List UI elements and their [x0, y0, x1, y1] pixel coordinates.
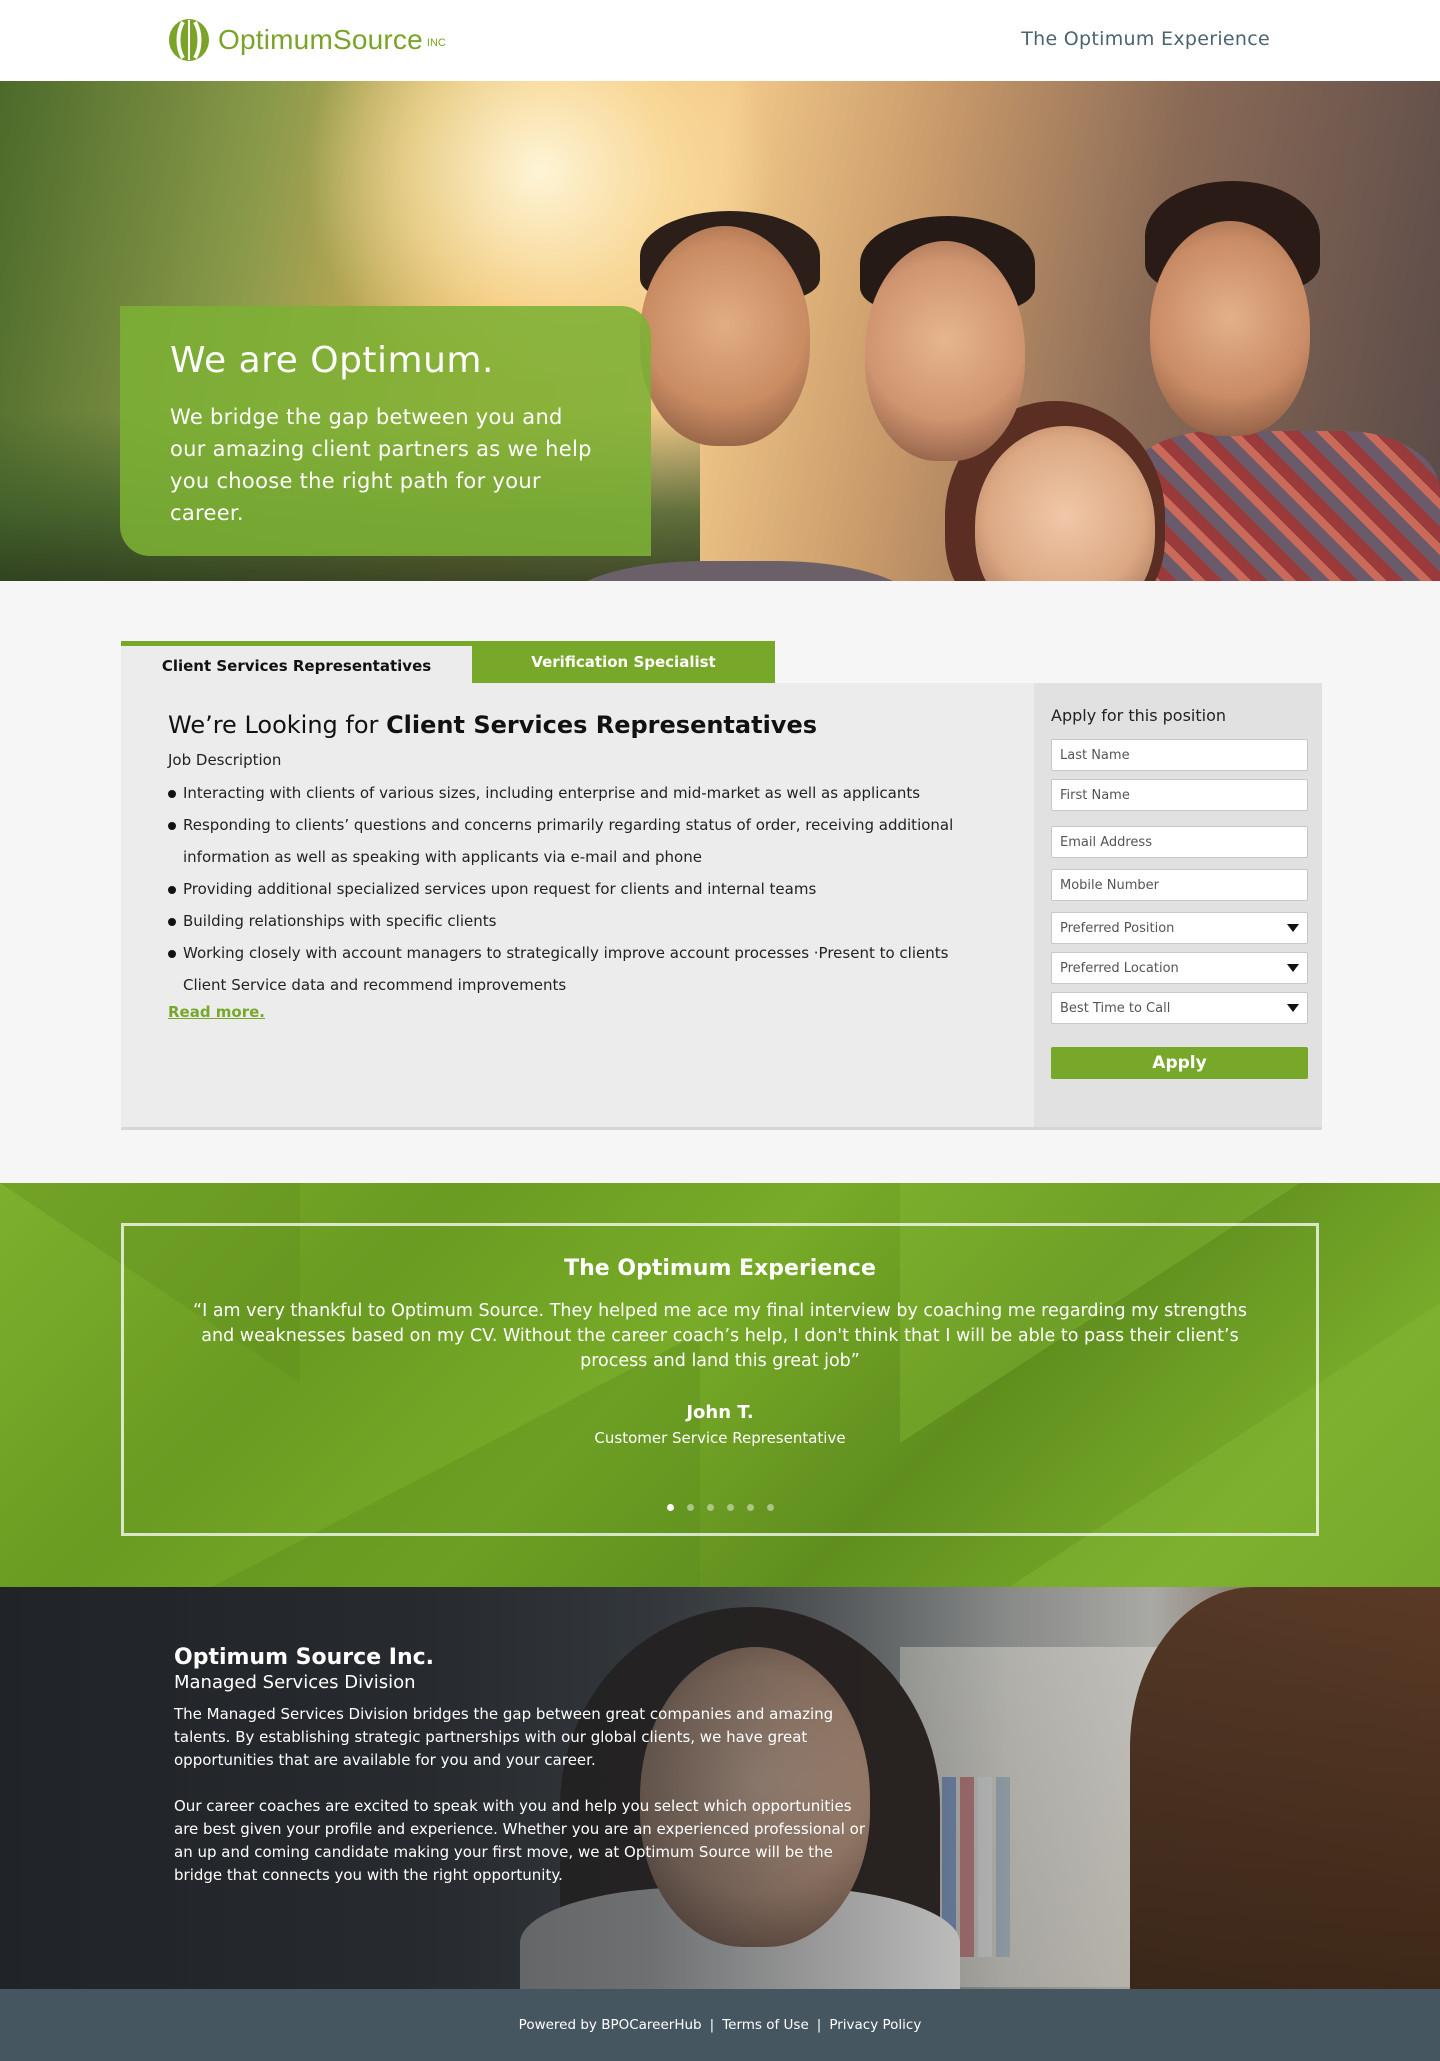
hero-banner: We are Optimum. We bridge the gap betwee… — [0, 81, 1440, 581]
list-item: Building relationships with specific cli… — [168, 905, 987, 937]
site-header: OptimumSource INC The Optimum Experience — [0, 0, 1440, 81]
carousel-dot[interactable] — [746, 1504, 754, 1511]
testimonial-title: The Optimum Experience — [564, 1256, 876, 1281]
testimonial-card: The Optimum Experience “I am very thankf… — [121, 1223, 1319, 1536]
job-title-position: Client Services Representatives — [386, 711, 818, 739]
terms-link[interactable]: Terms of Use — [722, 2017, 809, 2033]
carousel-dot[interactable] — [666, 1504, 674, 1511]
mobile-input[interactable] — [1051, 869, 1308, 901]
hero-subtitle: We bridge the gap between you and our am… — [170, 405, 592, 525]
carousel-dots — [124, 1504, 1316, 1511]
testimonial-role: Customer Service Representative — [594, 1429, 846, 1447]
job-tabs: Client Services Representatives Verifica… — [121, 641, 775, 683]
first-name-input[interactable] — [1051, 779, 1308, 811]
job-description-panel: We’re Looking for Client Services Repres… — [121, 683, 1034, 1130]
brand-logo[interactable]: OptimumSource INC — [168, 18, 446, 62]
preferred-position-select[interactable]: Preferred Position — [1051, 912, 1308, 944]
hero-photo-shirt — [1120, 431, 1440, 581]
list-item: Interacting with clients of various size… — [168, 777, 987, 809]
privacy-link[interactable]: Privacy Policy — [829, 2017, 921, 2033]
preferred-location-select[interactable]: Preferred Location — [1051, 952, 1308, 984]
email-input[interactable] — [1051, 826, 1308, 858]
caret-down-icon — [1287, 964, 1299, 972]
testimonial-author: John T. — [686, 1402, 754, 1423]
caret-down-icon — [1287, 1004, 1299, 1012]
apply-form: Apply for this position Preferred Positi… — [1034, 683, 1322, 1130]
job-title: We’re Looking for Client Services Repres… — [168, 711, 987, 739]
best-time-select[interactable]: Best Time to Call — [1051, 992, 1308, 1024]
about-section: Optimum Source Inc. Managed Services Div… — [0, 1587, 1440, 1989]
testimonial-quote: “I am very thankful to Optimum Source. T… — [193, 1301, 1247, 1371]
hero-photo-person — [640, 226, 810, 446]
site-footer: Powered by BPOCareerHub | Terms of Use |… — [0, 1989, 1440, 2061]
list-item: Working closely with account managers to… — [168, 937, 987, 1001]
last-name-input[interactable] — [1051, 739, 1308, 771]
apply-form-title: Apply for this position — [1051, 706, 1226, 725]
footer-separator: | — [709, 2017, 715, 2033]
hero-photo-person — [865, 241, 1025, 461]
header-tagline-link[interactable]: The Optimum Experience — [1021, 28, 1270, 50]
brand-suffix: INC — [426, 37, 446, 49]
testimonial-section: The Optimum Experience “I am very thankf… — [0, 1183, 1440, 1587]
preferred-location-value: Preferred Location — [1060, 960, 1179, 976]
tab-verification-specialist[interactable]: Verification Specialist — [472, 641, 775, 683]
about-content: Optimum Source Inc. Managed Services Div… — [174, 1645, 874, 1910]
caret-down-icon — [1287, 924, 1299, 932]
about-subtitle: Managed Services Division — [174, 1672, 416, 1693]
hero-photo-person — [1150, 221, 1310, 436]
job-description-label: Job Description — [168, 751, 282, 769]
carousel-dot[interactable] — [686, 1504, 694, 1511]
about-title: Optimum Source Inc. — [174, 1645, 435, 1670]
list-item: Providing additional specialized service… — [168, 873, 987, 905]
job-title-prefix: We’re Looking for — [168, 711, 379, 739]
preferred-position-value: Preferred Position — [1060, 920, 1175, 936]
carousel-dot[interactable] — [766, 1504, 774, 1511]
carousel-dot[interactable] — [726, 1504, 734, 1511]
about-paragraph: Our career coaches are excited to speak … — [174, 1797, 865, 1884]
list-item: Responding to clients’ questions and con… — [168, 809, 987, 873]
tab-client-services[interactable]: Client Services Representatives — [121, 641, 472, 683]
brand-name: OptimumSource — [218, 24, 423, 55]
hero-title: We are Optimum. — [170, 340, 494, 381]
leaf-logo-icon — [169, 19, 209, 61]
best-time-value: Best Time to Call — [1060, 1000, 1171, 1016]
carousel-dot[interactable] — [706, 1504, 714, 1511]
apply-button[interactable]: Apply — [1051, 1047, 1308, 1079]
powered-by-link[interactable]: Powered by BPOCareerHub — [519, 2017, 702, 2033]
footer-separator: | — [816, 2017, 822, 2033]
about-paragraph: The Managed Services Division bridges th… — [174, 1705, 834, 1769]
job-duties-list: Interacting with clients of various size… — [168, 777, 987, 1001]
read-more-link[interactable]: Read more. — [168, 1003, 265, 1021]
hero-card: We are Optimum. We bridge the gap betwee… — [120, 306, 651, 556]
